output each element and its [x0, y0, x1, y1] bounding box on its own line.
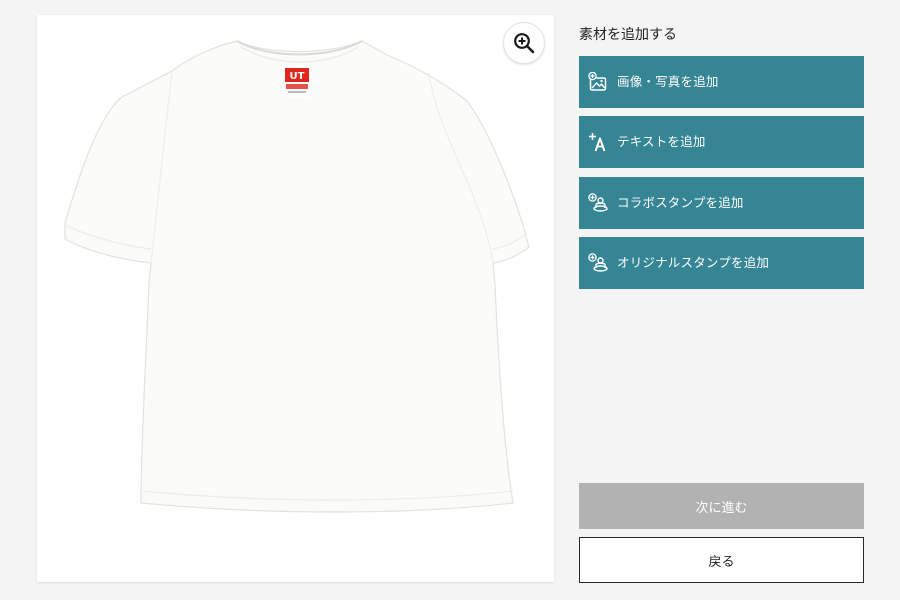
next-button[interactable]: 次に進む: [579, 483, 864, 529]
add-stamp-icon: [587, 192, 609, 214]
add-original-stamp-label: オリジナルスタンプを追加: [617, 255, 770, 270]
add-text-icon: [587, 131, 609, 153]
back-button[interactable]: 戻る: [579, 537, 864, 583]
add-collab-stamp-button[interactable]: コラボスタンプを追加: [579, 177, 864, 229]
zoom-button[interactable]: [503, 22, 545, 64]
zoom-in-icon: [514, 33, 535, 54]
side-panel: 素材を追加する 画像・写真を追加 テキストを追加 コラボスタンプを追加 オリジナ…: [579, 0, 864, 600]
add-text-label: テキストを追加: [617, 134, 706, 149]
add-image-button[interactable]: 画像・写真を追加: [579, 56, 864, 108]
section-title: 素材を追加する: [579, 27, 677, 43]
add-stamp-icon: [587, 252, 609, 274]
add-original-stamp-button[interactable]: オリジナルスタンプを追加: [579, 237, 864, 289]
neck-tag: UT: [283, 65, 311, 97]
preview-panel: UT: [37, 15, 554, 582]
tshirt-image: UT: [64, 40, 530, 513]
add-text-button[interactable]: テキストを追加: [579, 116, 864, 168]
add-image-icon: [587, 71, 609, 93]
tag-label: UT: [290, 71, 305, 82]
add-image-label: 画像・写真を追加: [617, 74, 719, 89]
add-collab-stamp-label: コラボスタンプを追加: [617, 195, 744, 210]
